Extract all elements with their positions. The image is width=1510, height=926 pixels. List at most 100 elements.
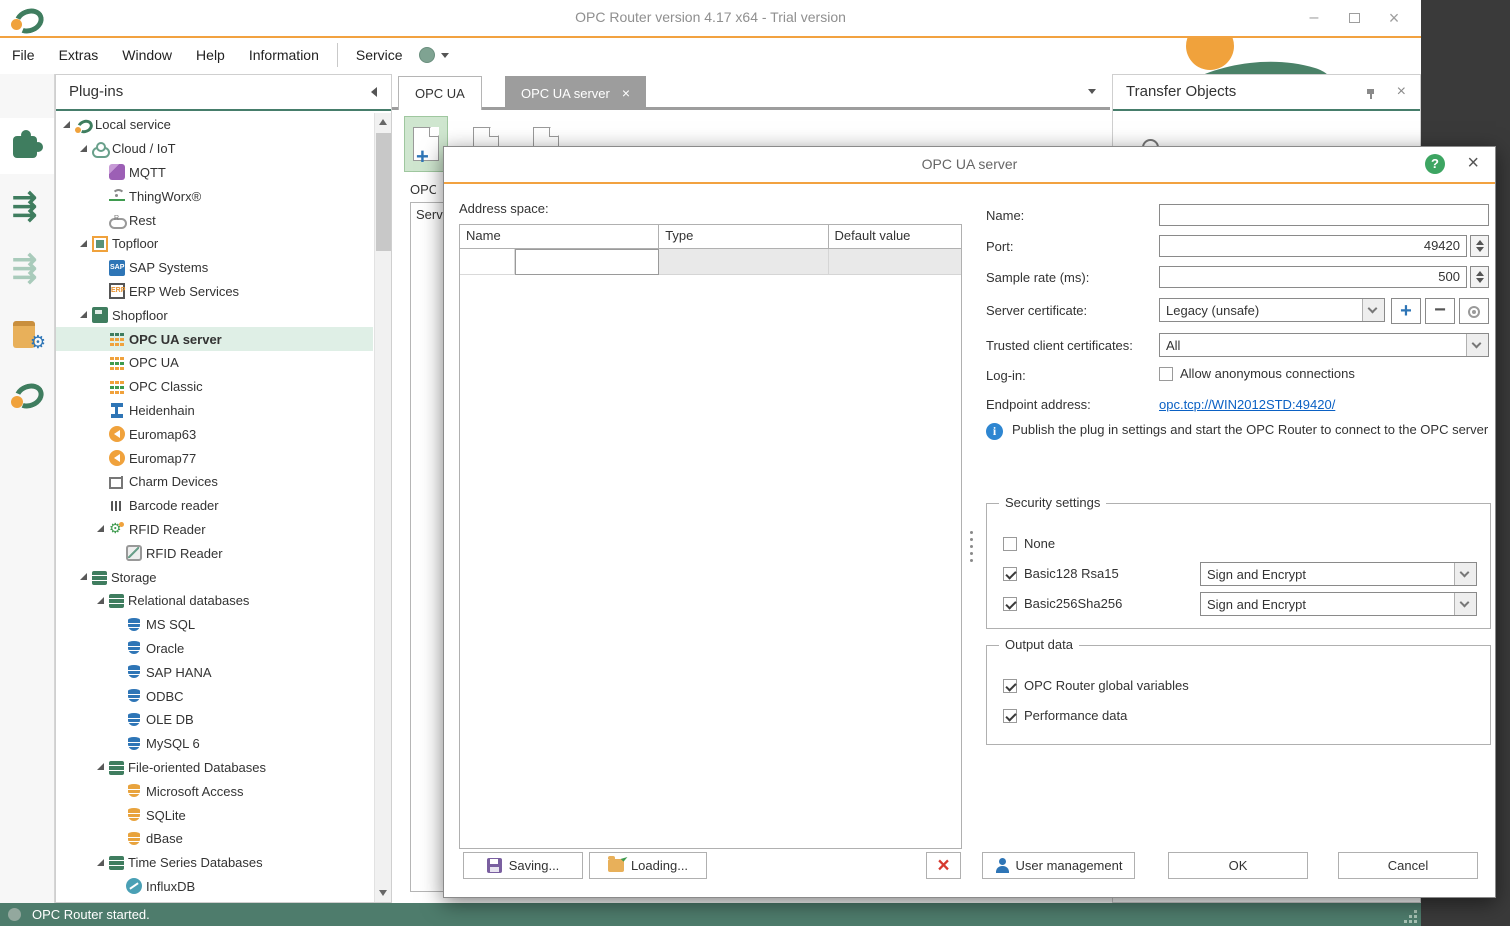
tree-item-opc-ua-server[interactable]: OPC UA server — [56, 327, 373, 351]
tab-opc-ua-server[interactable]: OPC UA server× — [505, 76, 646, 110]
expander-icon[interactable] — [79, 310, 89, 320]
opc-router-logo-button[interactable] — [0, 366, 54, 422]
expander-icon[interactable] — [96, 524, 106, 534]
tree-item-heidenhain[interactable]: Heidenhain — [56, 399, 373, 423]
menu-item-help[interactable]: Help — [184, 42, 237, 68]
pin-icon[interactable] — [1366, 88, 1376, 100]
cancel-button[interactable]: Cancel — [1338, 852, 1478, 879]
tree-item-odbc[interactable]: ODBC — [56, 684, 373, 708]
dialog-splitter[interactable] — [968, 527, 974, 561]
tree-item-relational-databases[interactable]: Relational databases — [56, 589, 373, 613]
tree-item-shopfloor[interactable]: Shopfloor — [56, 303, 373, 327]
expander-icon[interactable] — [79, 239, 89, 249]
checkbox-icon[interactable] — [1003, 709, 1017, 723]
chevron-down-icon[interactable] — [1362, 299, 1384, 321]
tree-item-charm-devices[interactable]: Charm Devices — [56, 470, 373, 494]
service-status-icon[interactable] — [419, 47, 435, 63]
menu-item-file[interactable]: File — [0, 42, 47, 68]
tree-item-mysql-6[interactable]: MySQL 6 — [56, 732, 373, 756]
tree-item-euromap77[interactable]: Euromap77 — [56, 446, 373, 470]
tree-item-euromap63[interactable]: Euromap63 — [56, 422, 373, 446]
tree-item-cloud-iot[interactable]: Cloud / IoT — [56, 137, 373, 161]
tree-item-storage[interactable]: Storage — [56, 565, 373, 589]
basic128-mode-select[interactable]: Sign and Encrypt — [1200, 562, 1477, 586]
expander-icon[interactable] — [62, 120, 72, 130]
column-header-name[interactable]: Name — [460, 225, 659, 248]
connections-button[interactable] — [0, 180, 54, 236]
scrollbar-thumb[interactable] — [376, 133, 391, 251]
tree-item-sqlite[interactable]: SQLite — [56, 803, 373, 827]
plugins-button[interactable] — [0, 118, 54, 174]
tree-item-sap-hana[interactable]: SAP HANA — [56, 660, 373, 684]
chevron-down-icon[interactable] — [1466, 334, 1488, 356]
chevron-down-icon[interactable] — [1454, 563, 1476, 585]
name-input[interactable] — [1159, 204, 1489, 226]
collapse-panel-icon[interactable] — [371, 87, 377, 97]
tree-scrollbar[interactable] — [374, 113, 391, 902]
service-dropdown-icon[interactable] — [441, 53, 449, 58]
view-certificate-button[interactable] — [1459, 298, 1489, 324]
global-variables-checkbox[interactable]: OPC Router global variables — [1003, 678, 1189, 693]
menu-item-window[interactable]: Window — [110, 42, 184, 68]
tree-item-erp-web-services[interactable]: ERP Web Services — [56, 280, 373, 304]
basic256-mode-select[interactable]: Sign and Encrypt — [1200, 592, 1477, 616]
tree-item-rest[interactable]: Rest — [56, 208, 373, 232]
tree-item-ole-db[interactable]: OLE DB — [56, 708, 373, 732]
transfer-panel-close-icon[interactable]: × — [1397, 83, 1406, 101]
tree-item-influxdb[interactable]: InfluxDB — [56, 875, 373, 899]
remove-certificate-button[interactable]: − — [1425, 298, 1455, 324]
expander-icon[interactable] — [79, 572, 89, 582]
tree-item-mqtt[interactable]: MQTT — [56, 161, 373, 185]
expander-icon[interactable] — [96, 596, 106, 606]
port-input[interactable]: 49420 — [1159, 235, 1467, 257]
checkbox-icon[interactable] — [1159, 367, 1173, 381]
tree-item-oracle[interactable]: Oracle — [56, 637, 373, 661]
tree-item-rfid-reader[interactable]: RFID Reader — [56, 518, 373, 542]
scroll-up-icon[interactable] — [379, 119, 387, 125]
tab-list-dropdown-icon[interactable] — [1088, 89, 1096, 94]
ok-button[interactable]: OK — [1168, 852, 1308, 879]
sample-rate-spinner[interactable] — [1470, 266, 1489, 288]
menu-item-service[interactable]: Service — [344, 42, 415, 68]
menu-item-information[interactable]: Information — [237, 42, 331, 68]
close-button[interactable]: × — [1379, 7, 1409, 29]
add-certificate-button[interactable]: + — [1391, 298, 1421, 324]
new-connection-button[interactable]: + — [404, 116, 448, 172]
column-header-default[interactable]: Default value — [829, 225, 961, 248]
menu-item-extras[interactable]: Extras — [47, 42, 111, 68]
loading-button[interactable]: Loading... — [589, 852, 707, 879]
tree-item-topfloor[interactable]: Topfloor — [56, 232, 373, 256]
port-spinner[interactable] — [1470, 235, 1489, 257]
tree-item-microsoft-access[interactable]: Microsoft Access — [56, 779, 373, 803]
minimize-button[interactable]: – — [1299, 7, 1329, 29]
dialog-close-icon[interactable]: × — [1467, 152, 1479, 175]
tree-item-barcode-reader[interactable]: Barcode reader — [56, 494, 373, 518]
endpoint-address-link[interactable]: opc.tcp://WIN2012STD:49420/ — [1159, 397, 1335, 412]
tab-close-icon[interactable]: × — [622, 85, 630, 101]
security-none-checkbox[interactable]: None — [1003, 536, 1055, 551]
security-basic128-checkbox[interactable]: Basic128 Rsa15 — [1003, 566, 1119, 581]
expander-icon[interactable] — [79, 144, 89, 154]
checkbox-icon[interactable] — [1003, 597, 1017, 611]
checkbox-icon[interactable] — [1003, 567, 1017, 581]
tree-item-file-oriented-databases[interactable]: File-oriented Databases — [56, 756, 373, 780]
allow-anonymous-checkbox[interactable]: Allow anonymous connections — [1159, 366, 1355, 381]
type-cell[interactable] — [659, 249, 828, 275]
resize-grip[interactable] — [1414, 920, 1417, 923]
tab-opc-ua[interactable]: OPC UA — [398, 76, 482, 110]
saving-button[interactable]: Saving... — [463, 852, 583, 879]
tree-item-time-series-databases[interactable]: Time Series Databases — [56, 851, 373, 875]
column-header-type[interactable]: Type — [659, 225, 828, 248]
address-space-table[interactable]: Name Type Default value — [459, 224, 962, 849]
plugin-settings-button[interactable] — [0, 304, 54, 360]
trusted-certificates-select[interactable]: All — [1159, 333, 1489, 357]
sample-rate-input[interactable]: 500 — [1159, 266, 1467, 288]
scroll-down-icon[interactable] — [379, 890, 387, 896]
name-cell-input[interactable] — [515, 249, 659, 275]
tree-item-ms-sql[interactable]: MS SQL — [56, 613, 373, 637]
default-value-cell[interactable] — [829, 249, 961, 275]
help-icon[interactable]: ? — [1425, 154, 1445, 174]
tree-item-sap-systems[interactable]: SAP Systems — [56, 256, 373, 280]
checkbox-icon[interactable] — [1003, 679, 1017, 693]
delete-button[interactable]: × — [926, 852, 961, 879]
